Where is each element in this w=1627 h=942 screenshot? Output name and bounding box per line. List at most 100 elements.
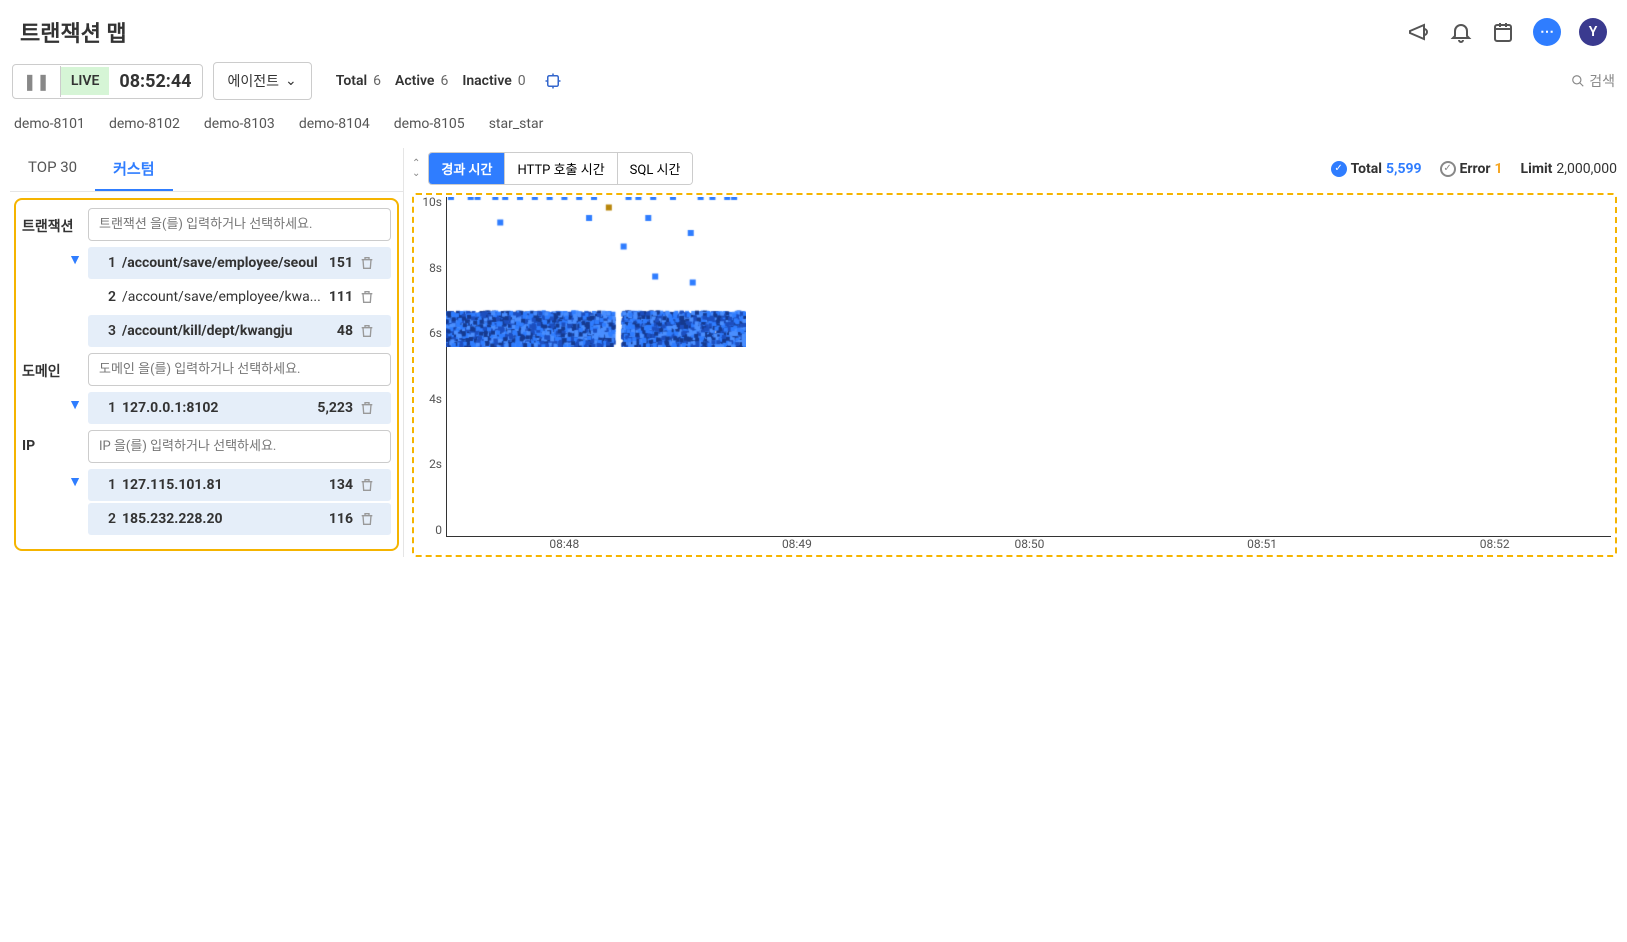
stat-total: ✓ Total 5,599 — [1331, 161, 1422, 177]
plot[interactable]: 10s8s6s4s2s0 08:4808:4908:5008:5108:52 — [412, 193, 1617, 557]
chart-stats: ✓ Total 5,599 ✓ Error 1 Limit 2,000,000 — [1331, 161, 1617, 177]
tx-input[interactable] — [88, 208, 391, 241]
avatar[interactable]: Y — [1579, 18, 1607, 46]
total-label: Total — [336, 73, 367, 89]
agent-select-label: 에이전트 — [228, 71, 280, 91]
search-icon — [1571, 74, 1585, 88]
agent-select[interactable]: 에이전트 ⌄ — [213, 62, 312, 100]
stat-total-value: 5,599 — [1386, 161, 1422, 177]
row-index: 3 — [96, 323, 116, 339]
filter-label-domain: 도메인 — [22, 353, 88, 381]
demo-item[interactable]: demo-8105 — [394, 116, 465, 132]
row-count: 5,223 — [317, 400, 353, 416]
list-item[interactable]: 1127.0.0.1:81025,223 — [88, 392, 391, 424]
check-icon: ✓ — [1331, 161, 1347, 177]
stat-limit-value: 2,000,000 — [1556, 161, 1617, 177]
trash-icon[interactable] — [359, 511, 383, 527]
list-item[interactable]: 1 127.115.101.81 134 — [88, 469, 391, 501]
chart-header: ⌃⌄ 경과 시간 HTTP 호출 시간 SQL 시간 ✓ Total 5,599… — [412, 148, 1617, 193]
inactive-value: 0 — [518, 73, 526, 89]
active-label: Active — [395, 73, 434, 89]
row-count: 48 — [337, 323, 353, 339]
tab-top30[interactable]: TOP 30 — [10, 148, 95, 191]
filter-label-ip: IP — [22, 430, 88, 454]
bell-icon[interactable] — [1449, 20, 1473, 44]
trash-icon[interactable] — [359, 255, 383, 271]
filter-ip-rows: ▼ 1 127.115.101.81 134 2 185.232.228.20 116 — [22, 469, 391, 535]
pause-button[interactable]: ❚❚ — [13, 66, 61, 97]
search-label: 검색 — [1589, 71, 1615, 91]
toolbar: ❚❚ LIVE 08:52:44 에이전트 ⌄ Total 6 Active 6… — [0, 56, 1627, 106]
demo-item[interactable]: demo-8104 — [299, 116, 370, 132]
trash-icon[interactable] — [359, 477, 383, 493]
row-index: 2 — [96, 289, 116, 305]
row-count: 134 — [329, 477, 353, 493]
row-index: 2 — [96, 511, 116, 527]
inactive-label: Inactive — [462, 73, 511, 89]
check-icon: ✓ — [1440, 161, 1456, 177]
ip-input[interactable] — [88, 430, 391, 463]
domain-input[interactable] — [88, 353, 391, 386]
row-count: 151 — [329, 255, 353, 271]
total-value: 6 — [373, 73, 381, 89]
filter-domain-rows: ▼ 1127.0.0.1:81025,223 — [22, 392, 391, 424]
stat-limit-label: Limit — [1521, 161, 1553, 177]
agent-stats: Total 6 Active 6 Inactive 0 — [336, 72, 562, 90]
trash-icon[interactable] — [359, 400, 383, 416]
collapse-icon[interactable]: ▼ — [68, 396, 82, 413]
y-axis: 10s8s6s4s2s0 — [414, 195, 446, 537]
header-actions: ⋯ Y — [1407, 18, 1607, 46]
chevron-up-icon: ⌃ — [412, 159, 420, 169]
live-control: ❚❚ LIVE 08:52:44 — [12, 64, 203, 99]
trash-icon[interactable] — [359, 289, 383, 305]
demo-item[interactable]: demo-8103 — [204, 116, 275, 132]
filter-panel: 트랜잭션 ▼ 1/account/save/employee/seoul 151 2… — [14, 198, 399, 551]
row-text: /account/save/employee/seoul — [122, 255, 323, 271]
chart-area: ⌃⌄ 경과 시간 HTTP 호출 시간 SQL 시간 ✓ Total 5,599… — [412, 148, 1617, 557]
chat-icon[interactable]: ⋯ — [1533, 18, 1561, 46]
demo-item[interactable]: star_star — [489, 116, 544, 132]
search[interactable]: 검색 — [1571, 71, 1615, 91]
trash-icon[interactable] — [359, 323, 383, 339]
current-time: 08:52:44 — [109, 65, 201, 98]
scatter-canvas — [446, 197, 746, 347]
list-item[interactable]: 1/account/save/employee/seoul 151 — [88, 247, 391, 279]
demo-item[interactable]: demo-8102 — [109, 116, 180, 132]
stat-error: ✓ Error 1 — [1440, 161, 1503, 177]
seg-sql[interactable]: SQL 시간 — [618, 153, 693, 184]
filter-tx-rows: ▼ 1/account/save/employee/seoul 151 2/acco… — [22, 247, 391, 347]
row-index: 1 — [96, 477, 116, 493]
tab-custom[interactable]: 커스텀 — [95, 148, 172, 191]
collapse-icon[interactable]: ▼ — [68, 473, 82, 490]
row-index: 1 — [96, 400, 116, 416]
seg-elapsed[interactable]: 경과 시간 — [429, 153, 505, 184]
list-item[interactable]: 2/account/save/employee/kwa...111 — [88, 281, 391, 313]
announce-icon[interactable] — [1407, 20, 1431, 44]
sidebar: TOP 30 커스텀 트랜잭션 ▼ 1/account/save/employe… — [10, 148, 404, 557]
chevron-down-icon: ⌄ — [412, 169, 420, 179]
collapse-icon[interactable]: ▼ — [68, 251, 82, 268]
list-item[interactable]: 2 185.232.228.20 116 — [88, 503, 391, 535]
row-count: 116 — [329, 511, 353, 527]
app-header: 트랜잭션 맵 ⋯ Y — [0, 0, 1627, 56]
active-value: 6 — [440, 73, 448, 89]
x-axis: 08:4808:4908:5008:5108:52 — [448, 537, 1611, 555]
row-index: 1 — [96, 255, 116, 271]
sidebar-tabs: TOP 30 커스텀 — [10, 148, 403, 192]
row-text: /account/kill/dept/kwangju — [122, 323, 331, 339]
row-text: 127.115.101.81 — [122, 477, 323, 493]
metric-segmented: 경과 시간 HTTP 호출 시간 SQL 시간 — [428, 152, 693, 185]
target-icon[interactable] — [544, 72, 562, 90]
stat-error-label: Error — [1460, 161, 1491, 177]
list-item[interactable]: 3/account/kill/dept/kwangju 48 — [88, 315, 391, 347]
row-text: 185.232.228.20 — [122, 511, 323, 527]
calendar-icon[interactable] — [1491, 20, 1515, 44]
page-title: 트랜잭션 맵 — [20, 16, 127, 48]
stat-error-value: 1 — [1495, 161, 1503, 177]
chevron-down-icon: ⌄ — [285, 73, 297, 89]
sort-toggle[interactable]: ⌃⌄ — [412, 159, 420, 179]
demo-item[interactable]: demo-8101 — [14, 116, 85, 132]
stat-total-label: Total — [1351, 161, 1382, 177]
seg-http[interactable]: HTTP 호출 시간 — [505, 153, 617, 184]
filter-label-tx: 트랜잭션 — [22, 208, 88, 236]
